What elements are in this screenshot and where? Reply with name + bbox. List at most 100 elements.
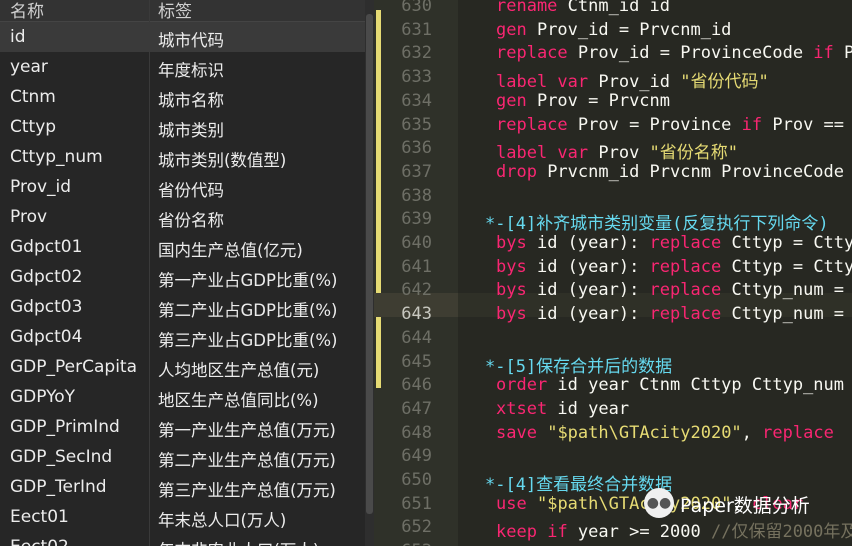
variable-label: 省份代码 (158, 181, 224, 200)
variable-label: 第三产业生产总值(万元) (158, 481, 336, 500)
column-header-label[interactable]: 标签 (158, 0, 192, 22)
code-line[interactable]: save "$path\2000-2020城市面板数据", replace (496, 541, 852, 546)
code-line[interactable]: replace Prov = Province if Prov == "" (496, 115, 852, 135)
variable-name: Cttyp_num (10, 147, 103, 167)
variable-row[interactable]: Cttyp 城市类别 (0, 112, 374, 142)
line-number: 632 (401, 43, 432, 64)
code-line[interactable]: keep if year >= 2000 //仅保留2000年及以后 (496, 517, 852, 542)
variable-row[interactable]: Eect02 年末非农业人口(万人) (0, 532, 374, 546)
variable-name: Gdpct04 (10, 327, 83, 347)
code-line[interactable]: replace Prov_id = ProvinceCode if Prov_i… (496, 43, 852, 63)
variable-row[interactable]: Gdpct03 第二产业占GDP比重(%) (0, 292, 374, 322)
variable-row[interactable]: GDP_PerCapita 人均地区生产总值(元) (0, 352, 374, 382)
variable-label: 年末非农业人口(万人) (158, 537, 319, 546)
code-line[interactable]: bys id (year): replace Cttyp = Cttyp[_n+… (496, 257, 852, 277)
code-line[interactable]: xtset id year (496, 399, 629, 419)
code-line[interactable]: label var Prov "省份名称" (496, 138, 738, 163)
code-line[interactable]: *-[5]保存合并后的数据 (485, 352, 672, 377)
code-line[interactable]: bys id (year): replace Cttyp = Cttyp[_n-… (496, 233, 852, 253)
variable-row[interactable]: id 城市代码 (0, 22, 374, 52)
variable-label: 国内生产总值(亿元) (158, 241, 303, 260)
variable-name: GDP_TerInd (10, 477, 107, 497)
variable-row[interactable]: Gdpct01 国内生产总值(亿元) (0, 232, 374, 262)
line-number: 644 (401, 327, 432, 348)
variable-label: 年末总人口(万人) (158, 511, 287, 530)
line-number: 642 (401, 280, 432, 301)
line-number: 652 (401, 517, 432, 538)
variable-row[interactable]: Prov 省份名称 (0, 202, 374, 232)
variable-row[interactable]: Eect01 年末总人口(万人) (0, 502, 374, 532)
variable-label: 第一产业占GDP比重(%) (158, 271, 338, 290)
variables-panel: 名称 标签 id 城市代码 year 年度标识 Ctnm 城市名称 Cttyp 城市类别 Ctt… (0, 0, 374, 546)
code-line[interactable]: gen Prov_id = Prvcnm_id (496, 20, 731, 40)
variables-header: 名称 标签 (0, 0, 374, 22)
code-line[interactable]: *-[4]查看最终合并数据 (485, 470, 672, 495)
code-line[interactable]: drop Prvcnm_id Prvcnm ProvinceCode Provi… (496, 162, 852, 182)
variable-row[interactable]: Cttyp_num 城市类别(数值型) (0, 142, 374, 172)
variable-name: GDPYoY (10, 387, 76, 407)
line-number: 646 (401, 375, 432, 396)
variable-label: 第二产业占GDP比重(%) (158, 301, 338, 320)
variable-row[interactable]: Gdpct04 第三产业占GDP比重(%) (0, 322, 374, 352)
variable-row[interactable]: GDP_TerInd 第三产业生产总值(万元) (0, 472, 374, 502)
variable-label: 地区生产总值同比(%) (158, 391, 319, 410)
variable-name: Gdpct02 (10, 267, 83, 287)
wechat-logo-icon: ●● (644, 488, 674, 518)
variable-name: Eect01 (10, 507, 69, 527)
line-number: 634 (401, 90, 432, 111)
variable-name: GDP_PrimInd (10, 417, 120, 437)
variable-row[interactable]: Gdpct02 第一产业占GDP比重(%) (0, 262, 374, 292)
variable-label: 第一产业生产总值(万元) (158, 421, 336, 440)
variable-label: 城市类别(数值型) (158, 151, 287, 170)
line-number: 641 (401, 256, 432, 277)
line-number: 643 (401, 304, 432, 325)
code-line[interactable]: rename Ctnm_id id (496, 0, 670, 16)
code-line[interactable]: order id year Ctnm Cttyp Cttyp_num Prov_… (496, 375, 852, 395)
code-line[interactable]: bys id (year): replace Cttyp_num = Cttyp… (496, 304, 852, 324)
variable-row[interactable]: Ctnm 城市名称 (0, 82, 374, 112)
line-number: 653 (384, 541, 432, 546)
line-number: 638 (401, 185, 432, 206)
watermark-text: Paper数据分析 (680, 495, 810, 517)
variable-label: 人均地区生产总值(元) (158, 361, 320, 380)
line-number: 633 (401, 67, 432, 88)
variable-name: Prov_id (10, 177, 72, 197)
variable-label: 年度标识 (158, 61, 224, 80)
line-number: 648 (401, 422, 432, 443)
line-number: 639 (401, 209, 432, 230)
line-number: 630 (401, 0, 432, 16)
variable-name: Prov (10, 207, 48, 227)
variable-row[interactable]: Prov_id 省份代码 (0, 172, 374, 202)
line-number: 636 (401, 138, 432, 159)
do-file-editor[interactable]: 630 rename Ctnm_id id 631 gen Prov_id = Prv… (374, 0, 852, 546)
column-header-name[interactable]: 名称 (10, 0, 44, 22)
line-number: 645 (401, 351, 432, 372)
line-number: 649 (401, 446, 432, 467)
variable-label: 第二产业生产总值(万元) (158, 451, 336, 470)
line-number: 640 (401, 233, 432, 253)
code-line[interactable]: label var Prov_id "省份代码" (496, 67, 769, 92)
variable-label: 省份名称 (158, 211, 224, 230)
variable-label: 第三产业占GDP比重(%) (158, 331, 338, 350)
code-line[interactable]: save "$path\GTAcity2020", replace (496, 423, 834, 443)
line-number: 635 (401, 114, 432, 135)
variable-row[interactable]: year 年度标识 (0, 52, 374, 82)
code-line[interactable]: bys id (year): replace Cttyp_num = Cttyp… (496, 280, 852, 300)
variable-row[interactable]: GDP_SecInd 第二产业生产总值(万元) (0, 442, 374, 472)
variable-name: year (10, 57, 48, 77)
variable-name: GDP_PerCapita (10, 357, 137, 377)
line-number: 650 (401, 470, 432, 490)
variable-name: GDP_SecInd (10, 447, 113, 467)
variable-name: Ctnm (10, 87, 56, 107)
variable-row[interactable]: GDPYoY 地区生产总值同比(%) (0, 382, 374, 412)
variables-scrollbar[interactable] (365, 0, 374, 546)
code-line[interactable]: *-[4]补齐城市类别变量(反复执行下列命令) (485, 209, 829, 234)
line-number: 651 (401, 493, 432, 514)
variable-label: 城市类别 (158, 121, 224, 140)
scrollbar-thumb[interactable] (366, 14, 373, 514)
variable-row[interactable]: GDP_PrimInd 第一产业生产总值(万元) (0, 412, 374, 442)
code-line[interactable]: gen Prov = Prvcnm (496, 91, 670, 111)
variable-name: Gdpct03 (10, 297, 83, 317)
variable-label: 城市名称 (158, 91, 224, 110)
line-number: 631 (401, 19, 432, 40)
